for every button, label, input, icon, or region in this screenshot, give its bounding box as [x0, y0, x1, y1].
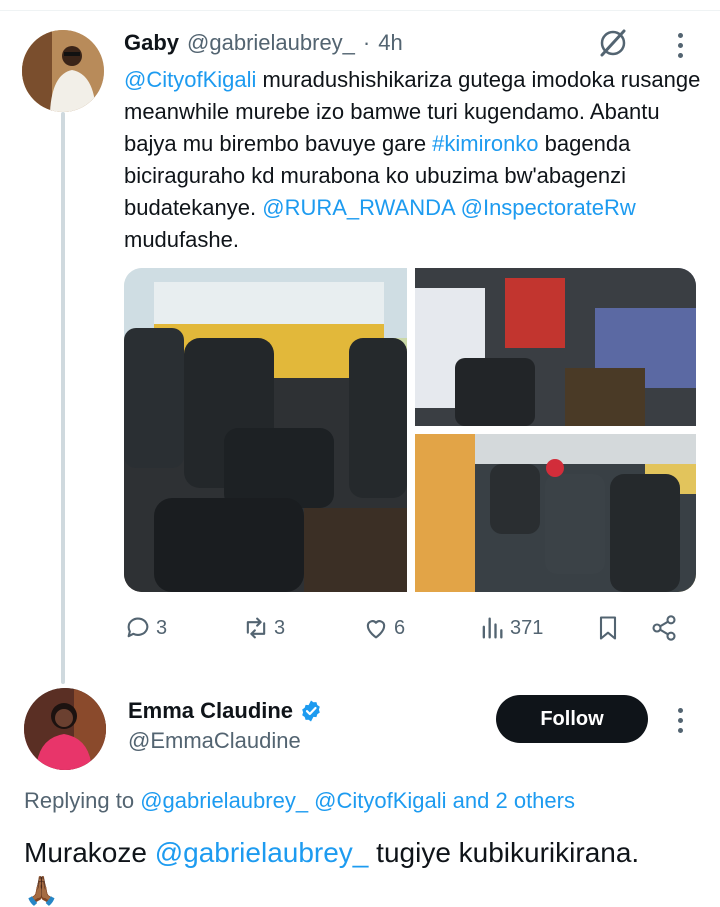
avatar-image — [22, 30, 104, 112]
separator: · — [362, 30, 371, 55]
media-grid — [124, 268, 696, 592]
tweet-text: @CityofKigali muradushishikariza gutega … — [124, 64, 704, 256]
praying-hands-emoji: 🙏🏾 — [24, 875, 59, 906]
follow-button[interactable]: Follow — [496, 695, 648, 743]
like-count: 6 — [394, 616, 406, 639]
timestamp[interactable]: 4h — [378, 30, 402, 56]
author-name[interactable]: Gaby — [124, 30, 179, 56]
verified-badge-icon — [302, 700, 320, 722]
avatar[interactable] — [24, 688, 106, 770]
heart-icon — [366, 620, 386, 639]
author-handle[interactable]: @gabrielaubrey_ — [187, 30, 355, 56]
repost-count: 3 — [274, 616, 286, 639]
tweet-header: Gaby @gabrielaubrey_ · 4h — [124, 30, 403, 60]
avatar[interactable] — [22, 30, 104, 112]
mention-link[interactable]: @InspectorateRw — [461, 195, 636, 220]
media-photo-bus-interior[interactable] — [124, 268, 407, 592]
repost-icon — [246, 617, 266, 639]
hashtag-link[interactable]: #kimironko — [432, 131, 538, 156]
tweet-actions: 3 3 6 371 — [124, 610, 696, 646]
more-icon[interactable] — [670, 705, 690, 735]
reply-button[interactable]: 3 — [124, 610, 167, 646]
mention-link[interactable]: @CityofKigali — [124, 67, 256, 92]
reply-text: Murakoze @gabrielaubrey_ tugiye kubikuri… — [24, 835, 639, 871]
text-part: tugiye kubikurikirana. — [368, 837, 640, 868]
thread-line — [61, 112, 65, 684]
more-icon[interactable] — [670, 30, 690, 60]
repost-button[interactable]: 3 — [242, 610, 285, 646]
media-photo-seats[interactable] — [415, 434, 696, 592]
views-button[interactable]: 371 — [478, 610, 543, 646]
author-name-row[interactable]: Emma Claudine — [128, 698, 323, 724]
top-divider — [0, 10, 720, 11]
views-icon — [482, 617, 503, 639]
mention-link[interactable]: @RURA_RWANDA — [262, 195, 454, 220]
share-icon — [652, 615, 676, 641]
grok-icon[interactable] — [596, 26, 630, 60]
bookmark-icon — [599, 616, 617, 640]
like-button[interactable]: 6 — [362, 610, 405, 646]
avatar-image — [24, 688, 106, 770]
share-button[interactable] — [650, 610, 678, 646]
reply-icon — [127, 617, 149, 638]
author-name[interactable]: Emma Claudine — [128, 698, 293, 724]
author-handle[interactable]: @EmmaClaudine — [128, 728, 301, 754]
media-photo-passengers[interactable] — [415, 268, 696, 426]
replying-to: Replying to @gabrielaubrey_ @CityofKigal… — [24, 788, 575, 814]
reply-count: 3 — [156, 616, 168, 639]
text-part: Murakoze — [24, 837, 155, 868]
replying-prefix: Replying to — [24, 788, 141, 813]
mention-link[interactable]: @gabrielaubrey_ — [155, 837, 369, 868]
views-count: 371 — [510, 616, 544, 639]
replying-mentions[interactable]: @gabrielaubrey_ @CityofKigali and 2 othe… — [140, 788, 575, 813]
bookmark-button[interactable] — [594, 610, 622, 646]
text-part: mudufashe. — [124, 227, 239, 252]
